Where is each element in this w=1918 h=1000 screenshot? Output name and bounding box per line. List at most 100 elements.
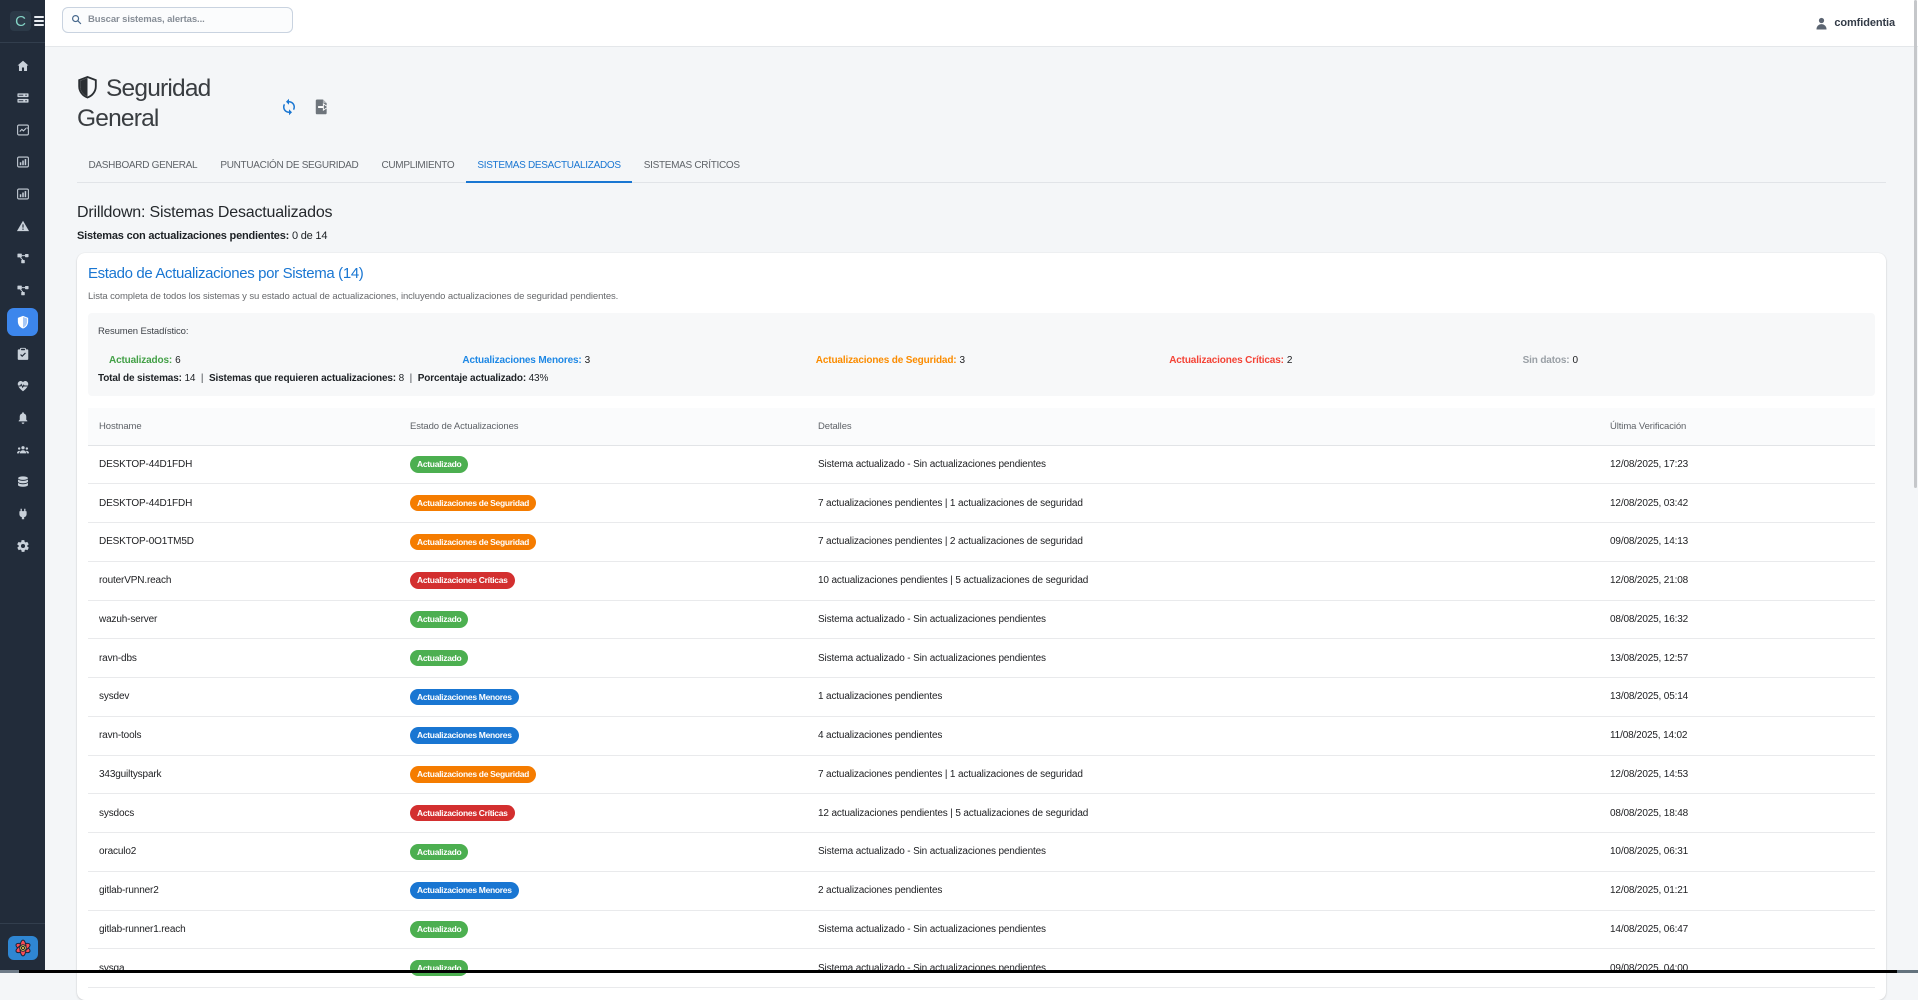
cell-status: Actualizaciones Menores: [399, 871, 807, 910]
cell-hostname: DESKTOP-0O1TM5D: [88, 523, 399, 562]
page-actions: [280, 98, 331, 116]
tab-sistemas-cr-ticos[interactable]: SISTEMAS CRÍTICOS: [632, 148, 751, 182]
status-badge: Actualizado: [410, 611, 468, 628]
systems-table: HostnameEstado de ActualizacionesDetalle…: [88, 408, 1875, 988]
tab-puntuaci-n-de-seguridad[interactable]: PUNTUACIÓN DE SEGURIDAD: [209, 148, 370, 182]
react-query-devtools-button[interactable]: [8, 936, 38, 960]
page-title: Seguridad General: [77, 74, 280, 134]
sidebar-item-chart-column[interactable]: [0, 178, 45, 210]
cell-details: 4 actualizaciones pendientes: [807, 716, 1599, 755]
gear-icon: [16, 539, 30, 553]
status-badge: Actualizado: [410, 960, 468, 977]
cell-hostname: 343guiltyspark: [88, 755, 399, 794]
sidebar-item-gear[interactable]: [0, 530, 45, 562]
sidebar-item-alert-triangle[interactable]: [0, 210, 45, 242]
search-input[interactable]: [88, 14, 284, 25]
sidebar-item-home[interactable]: [0, 50, 45, 82]
sidebar-item-server[interactable]: [0, 82, 45, 114]
cell-details: Sistema actualizado - Sin actualizacione…: [807, 600, 1599, 639]
stat-label: Actualizaciones Críticas:: [1169, 355, 1284, 366]
sidebar-item-network-nodes[interactable]: [0, 242, 45, 274]
cell-hostname: ravn-dbs: [88, 639, 399, 678]
card-subtitle: Lista completa de todos los sistemas y s…: [88, 291, 1875, 302]
refresh-button[interactable]: [280, 98, 298, 116]
cell-hostname: routerVPN.reach: [88, 561, 399, 600]
network-nodes-icon: [16, 283, 30, 297]
app-logo[interactable]: C: [10, 11, 31, 31]
table-row: sysdevActualizaciones Menores1 actualiza…: [88, 678, 1875, 717]
sidebar-item-plug[interactable]: [0, 498, 45, 530]
sidebar-item-users[interactable]: [0, 434, 45, 466]
table-row: gitlab-runner2Actualizaciones Menores2 a…: [88, 871, 1875, 910]
cell-status: Actualizado: [399, 949, 807, 988]
cell-status: Actualizaciones Menores: [399, 716, 807, 755]
cell-hostname: sysdev: [88, 678, 399, 717]
sidebar-item-heart-pulse[interactable]: [0, 370, 45, 402]
column-header-detalles: Detalles: [807, 408, 1599, 445]
table-row: ravn-toolsActualizaciones Menores4 actua…: [88, 716, 1875, 755]
status-badge: Actualizaciones Críticas: [410, 805, 515, 822]
table-row: DESKTOP-44D1FDHActualizadoSistema actual…: [88, 445, 1875, 484]
plug-icon: [16, 507, 30, 521]
drilldown-title: Drilldown: Sistemas Desactualizados: [77, 203, 1886, 223]
cell-status: Actualizado: [399, 600, 807, 639]
cell-details: Sistema actualizado - Sin actualizacione…: [807, 949, 1599, 988]
table-row: DESKTOP-0O1TM5DActualizaciones de Seguri…: [88, 523, 1875, 562]
cell-details: 7 actualizaciones pendientes | 1 actuali…: [807, 484, 1599, 523]
stat-label: Actualizaciones de Seguridad:: [816, 355, 957, 366]
sidebar-item-chart-column[interactable]: [0, 146, 45, 178]
scrollbar-thumb[interactable]: [1914, 0, 1918, 488]
total-value: 43%: [526, 373, 548, 384]
status-badge: Actualizaciones de Seguridad: [410, 766, 536, 783]
user-menu[interactable]: comfidentia: [1814, 16, 1895, 31]
sidebar-item-shield-active[interactable]: [0, 306, 45, 338]
stat-label: Sin datos:: [1523, 355, 1570, 366]
shield-icon: [77, 76, 98, 99]
cell-status: Actualizaciones Críticas: [399, 794, 807, 833]
topbar: comfidentia: [45, 0, 1918, 47]
main-content: Seguridad General DASHBOARD GENERALPUNTU…: [45, 47, 1918, 973]
stat-label: Actualizaciones Menores:: [462, 355, 581, 366]
cell-last-check: 12/08/2025, 21:08: [1599, 561, 1875, 600]
database-icon: [16, 475, 30, 489]
stat-actualizados-: Actualizados:6: [98, 353, 451, 368]
updates-card: Estado de Actualizaciones por Sistema (1…: [77, 253, 1886, 1000]
cell-hostname: oraculo2: [88, 833, 399, 872]
chart-column-icon: [16, 155, 30, 169]
sidebar-item-bell[interactable]: [0, 402, 45, 434]
table-row: DESKTOP-44D1FDHActualizaciones de Seguri…: [88, 484, 1875, 523]
tab-sistemas-desactualizados[interactable]: SISTEMAS DESACTUALIZADOS: [466, 148, 632, 182]
stat-value: 0: [1572, 355, 1577, 366]
refresh-icon: [280, 98, 298, 116]
sidebar-item-database[interactable]: [0, 466, 45, 498]
sidebar-item-network-nodes[interactable]: [0, 274, 45, 306]
cell-details: 2 actualizaciones pendientes: [807, 871, 1599, 910]
status-badge: Actualizado: [410, 844, 468, 861]
total-value: 8: [396, 373, 404, 384]
stats-title: Resumen Estadístico:: [98, 324, 1865, 339]
shield-icon: [16, 315, 30, 329]
hamburger-menu-icon[interactable]: [34, 16, 44, 26]
chart-line-icon: [16, 123, 30, 137]
tab-dashboard-general[interactable]: DASHBOARD GENERAL: [77, 148, 209, 182]
cell-details: 7 actualizaciones pendientes | 2 actuali…: [807, 523, 1599, 562]
cell-details: Sistema actualizado - Sin actualizacione…: [807, 833, 1599, 872]
summary-value: 0 de 14: [292, 230, 327, 242]
bell-icon: [16, 411, 30, 425]
cell-last-check: 09/08/2025, 04:00: [1599, 949, 1875, 988]
status-badge: Actualizaciones Menores: [410, 727, 519, 744]
sidebar-item-clipboard-check[interactable]: [0, 338, 45, 370]
tab-cumplimiento[interactable]: CUMPLIMIENTO: [370, 148, 466, 182]
export-button[interactable]: [313, 98, 331, 116]
stat-value: 3: [959, 355, 964, 366]
cell-last-check: 12/08/2025, 01:21: [1599, 871, 1875, 910]
total-label: Total de sistemas:: [98, 373, 182, 384]
cell-hostname: sysga: [88, 949, 399, 988]
stat-actualizaciones-cr-ticas-: Actualizaciones Críticas:2: [1158, 353, 1511, 368]
table-row: sysdocsActualizaciones Críticas12 actual…: [88, 794, 1875, 833]
cell-hostname: gitlab-runner1.reach: [88, 910, 399, 949]
sidebar-item-chart-line[interactable]: [0, 114, 45, 146]
alert-triangle-icon: [16, 219, 30, 233]
status-badge: Actualizaciones Menores: [410, 882, 519, 899]
table-row: 343guiltyspark Actualizaciones de Segurid…: [88, 755, 1875, 794]
